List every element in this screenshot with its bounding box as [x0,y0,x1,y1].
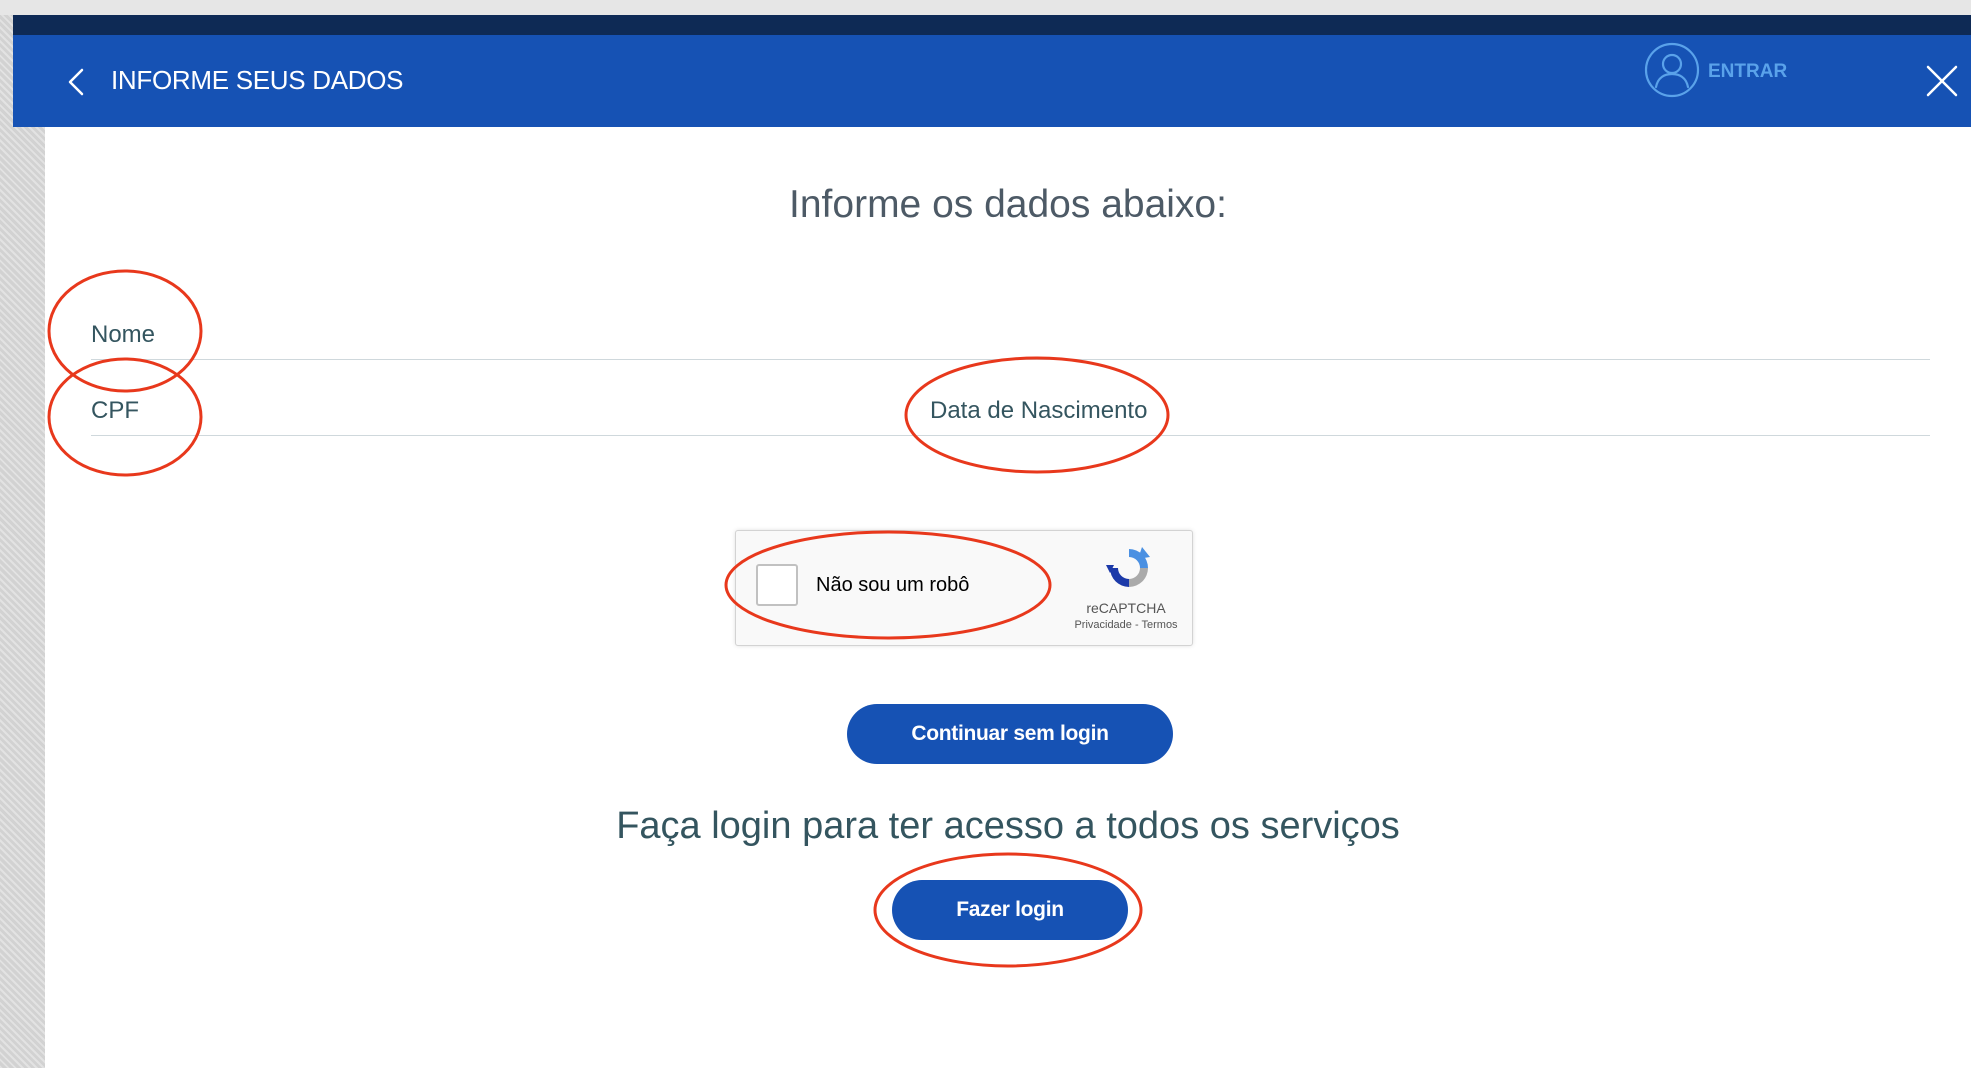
cpf-field-underline[interactable] [91,435,948,436]
form-content: Informe os dados abaixo: Nome CPF Data d… [45,127,1971,1068]
continue-without-login-button[interactable]: Continuar sem login [847,704,1173,764]
name-field-label[interactable]: Nome [91,321,155,349]
user-icon[interactable] [1643,41,1701,99]
back-chevron-icon[interactable] [57,62,97,102]
login-prompt: Faça login para ter acesso a todos os se… [616,805,1400,847]
name-field-underline[interactable] [91,359,1930,360]
cpf-field-label[interactable]: CPF [91,397,139,425]
privacy-link[interactable]: Privacidade [1074,619,1131,631]
birthdate-field-label[interactable]: Data de Nascimento [930,397,1147,425]
links-separator: - [1131,619,1142,631]
birthdate-field-underline[interactable] [930,435,1930,436]
captcha-label: Não sou um robô [816,574,970,596]
terms-link[interactable]: Termos [1142,619,1178,631]
recaptcha-brand: reCAPTCHA [1086,600,1166,616]
modal-header: INFORME SEUS DADOS ENTRAR [13,35,1971,127]
login-button[interactable]: Fazer login [892,880,1128,940]
captcha-checkbox[interactable] [756,564,798,606]
recaptcha-icon [1106,547,1150,587]
header-title: INFORME SEUS DADOS [111,65,404,95]
close-icon[interactable] [1921,60,1963,102]
enter-link[interactable]: ENTRAR [1708,61,1787,83]
form-subtitle: Informe os dados abaixo: [789,183,1227,226]
top-border [0,0,1971,15]
recaptcha-widget: Não sou um robô reCAPTCHA Privacidade - … [735,530,1193,646]
top-dark-bar [13,15,1971,35]
recaptcha-links: Privacidade - Termos [1056,619,1196,631]
